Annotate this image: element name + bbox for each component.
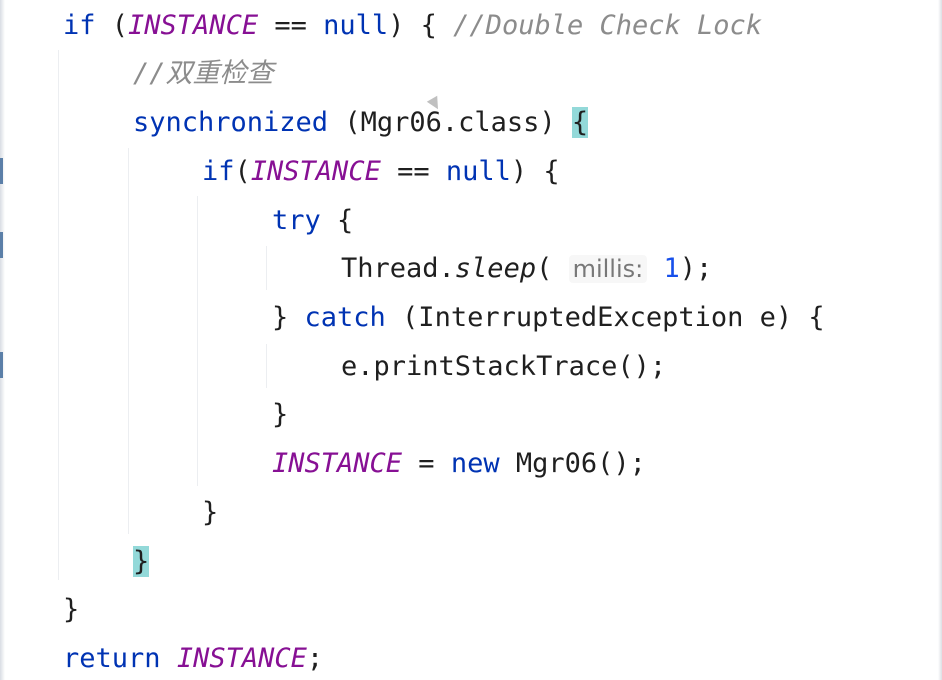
keyword: null	[445, 156, 511, 187]
code-token: e.printStackTrace();	[341, 351, 667, 382]
code-line[interactable]: if(INSTANCE == null) {	[0, 148, 560, 196]
code-token: }	[272, 302, 305, 333]
field-token: INSTANCE	[272, 448, 403, 479]
code-token: ;	[306, 643, 324, 674]
code-token: (Mgr06.class)	[328, 107, 572, 138]
code-line[interactable]: }	[0, 586, 79, 634]
code-line[interactable]: //双重检查	[0, 50, 274, 98]
static-method: sleep	[454, 253, 537, 284]
code-token: (InterruptedException e) {	[385, 302, 825, 333]
keyword: catch	[304, 302, 386, 333]
keyword: synchronized	[133, 107, 329, 138]
field-token: INSTANCE	[176, 643, 307, 674]
code-token: ==	[380, 156, 446, 187]
code-token: (	[95, 10, 129, 41]
code-token: }	[202, 497, 219, 528]
code-token: Thread.	[341, 253, 455, 284]
number-literal: 1	[663, 253, 680, 284]
code-line[interactable]: }	[0, 489, 218, 537]
code-token: ==	[258, 10, 324, 41]
code-line[interactable]: Thread.sleep( millis: 1);	[0, 245, 712, 293]
code-token: ) {	[388, 10, 454, 41]
keyword: if	[63, 10, 96, 41]
keyword: null	[323, 10, 389, 41]
code-line[interactable]: }	[0, 391, 288, 439]
keyword: try	[272, 205, 321, 236]
comment: //双重检查	[133, 58, 274, 89]
code-token: }	[63, 594, 80, 625]
code-line[interactable]: return INSTANCE;	[0, 635, 323, 680]
code-token: (	[234, 156, 251, 187]
editor-scrollbar[interactable]	[938, 0, 942, 680]
code-token: (	[536, 253, 569, 284]
keyword: new	[450, 448, 500, 479]
code-line[interactable]: }	[0, 538, 150, 586]
code-line[interactable]: e.printStackTrace();	[0, 343, 666, 391]
matched-brace: {	[571, 107, 589, 138]
code-line[interactable]: synchronized (Mgr06.class) {	[0, 99, 589, 147]
code-line[interactable]: INSTANCE = new Mgr06();	[0, 440, 646, 488]
parameter-hint: millis:	[568, 255, 648, 283]
code-token: {	[320, 205, 354, 236]
field-token: INSTANCE	[128, 10, 259, 41]
code-token: Mgr06();	[499, 448, 646, 479]
field-token: INSTANCE	[250, 156, 381, 187]
code-token: );	[679, 253, 713, 284]
code-line[interactable]: if (INSTANCE == null) { //Double Check L…	[0, 2, 762, 50]
code-token: }	[272, 399, 289, 430]
code-token: ) {	[510, 156, 560, 187]
keyword: return	[63, 643, 161, 674]
keyword: if	[202, 156, 235, 187]
code-line[interactable]: try {	[0, 197, 353, 245]
code-token: =	[402, 448, 451, 479]
code-line[interactable]: } catch (InterruptedException e) {	[0, 294, 825, 342]
comment: //Double Check Lock	[453, 10, 763, 41]
code-editor[interactable]: if (INSTANCE == null) { //Double Check L…	[0, 0, 942, 680]
matched-brace: }	[133, 546, 150, 577]
